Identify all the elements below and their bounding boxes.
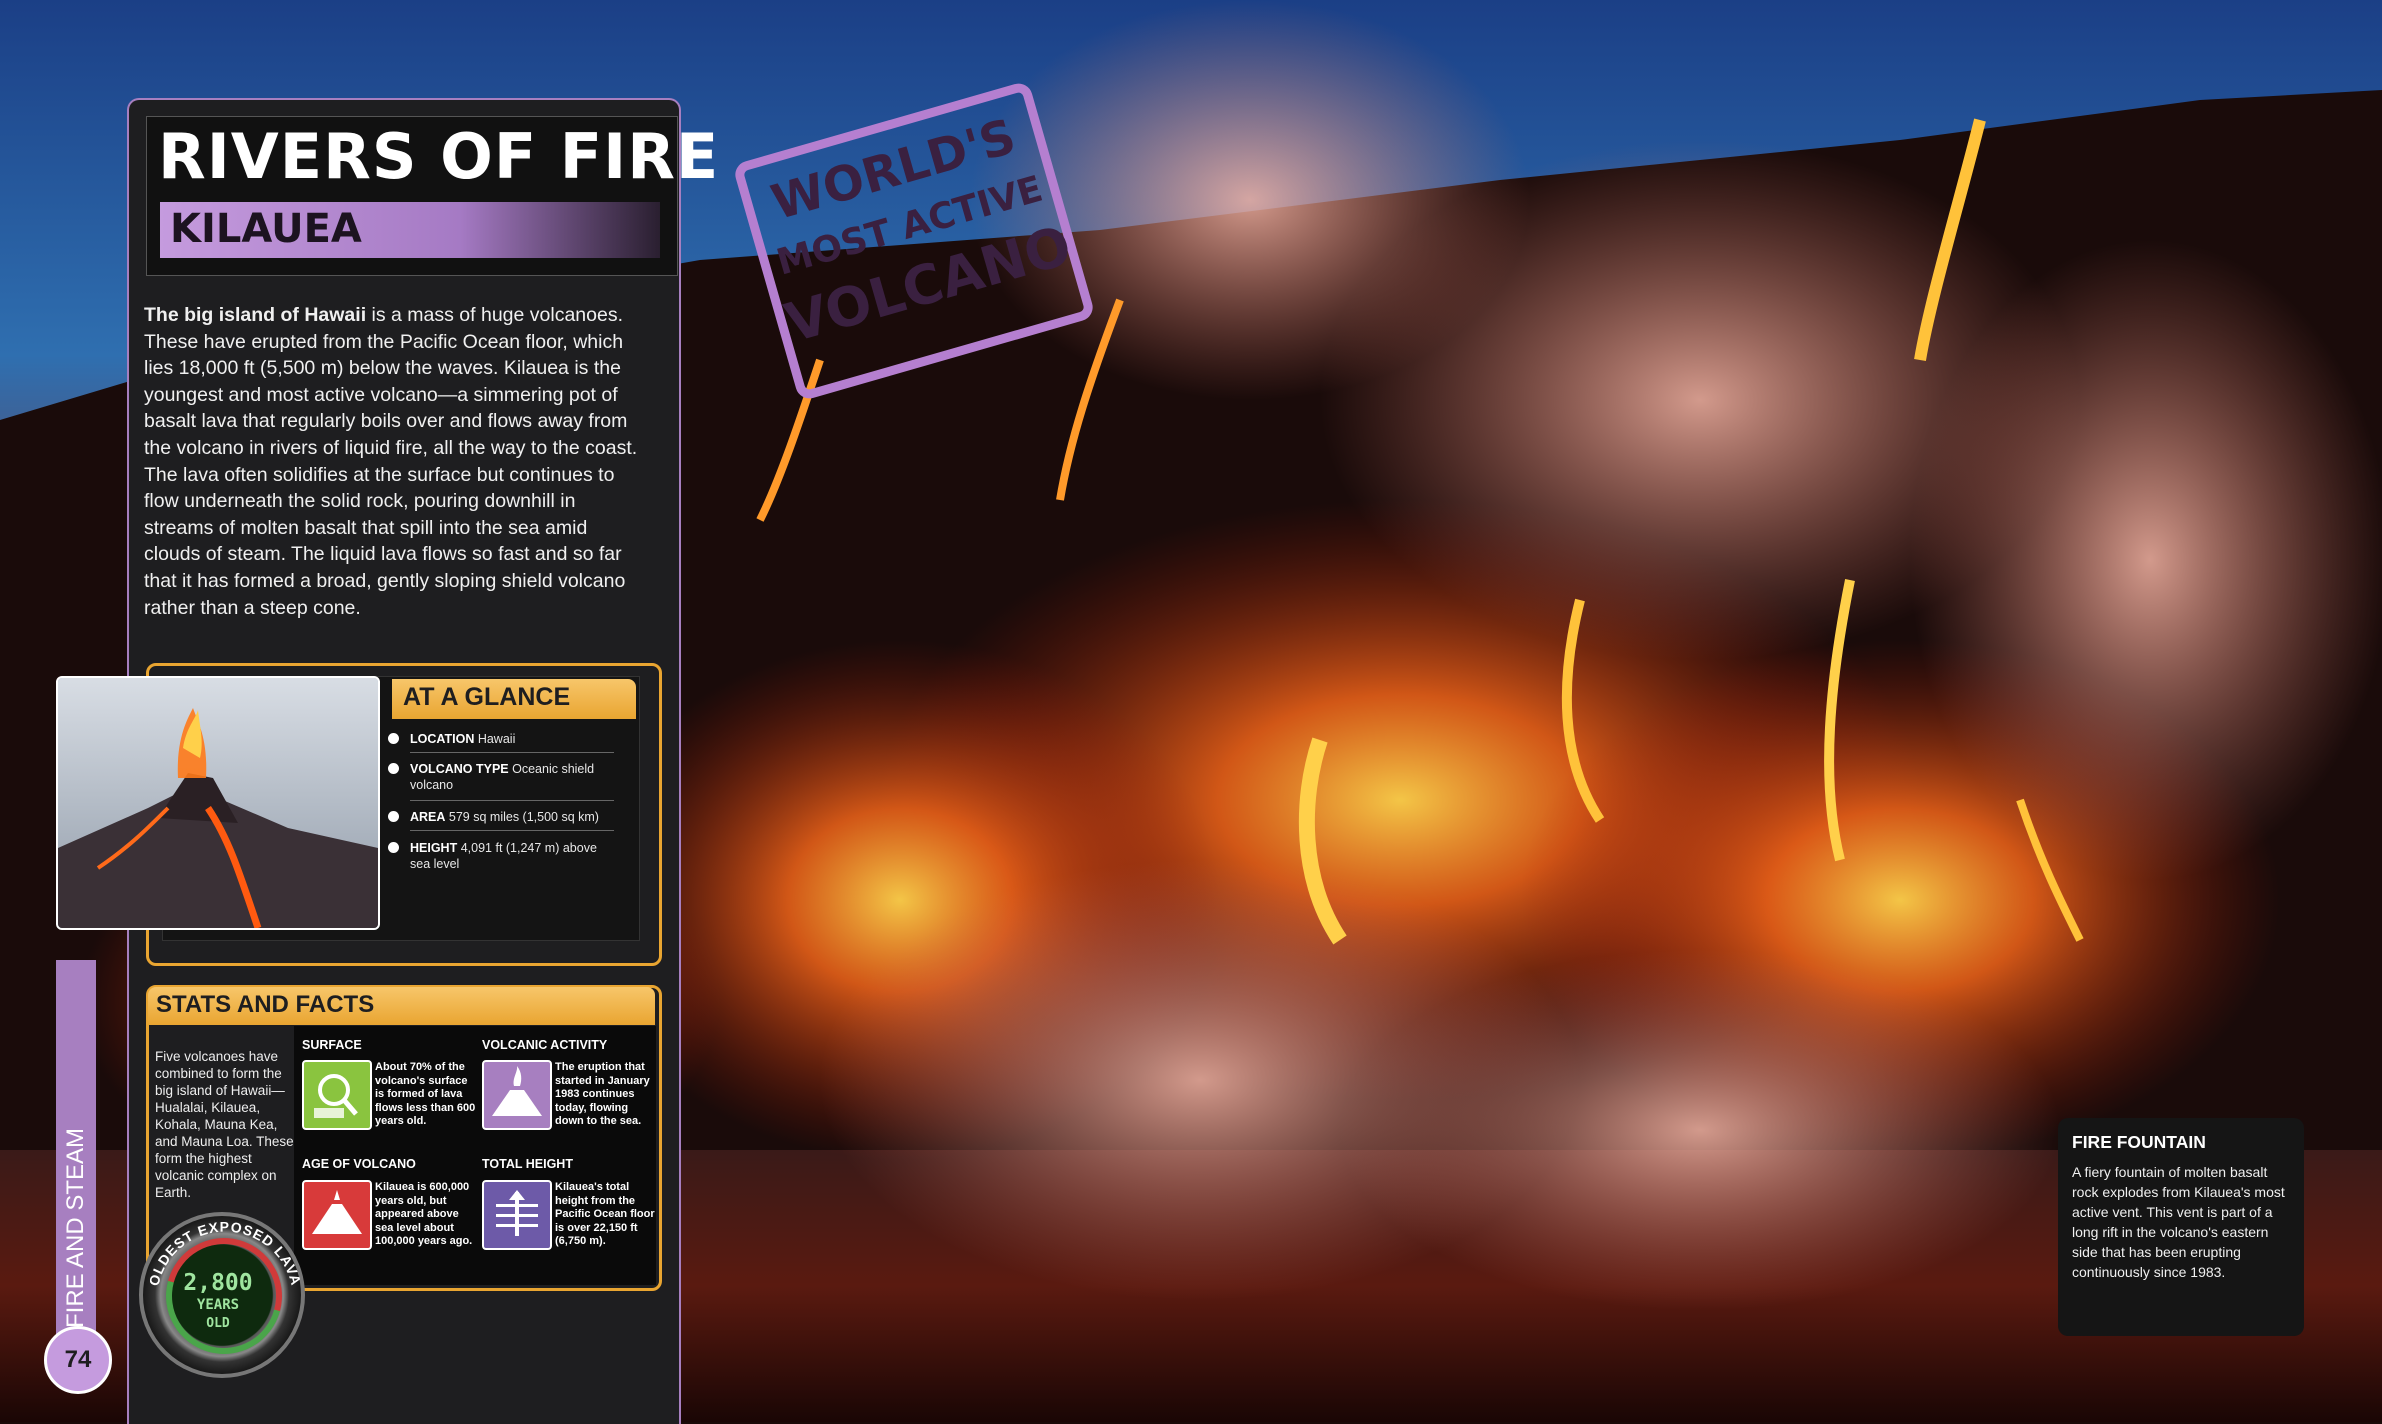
bullet-icon [388, 842, 399, 853]
gauge-unit: YEARS [196, 1297, 240, 1313]
glance-value: 579 sq miles (1,500 sq km) [448, 810, 599, 824]
glance-divider [410, 830, 614, 831]
glance-value: Hawaii [477, 732, 516, 746]
section-tab-label: FIRE AND STEAM [62, 1127, 89, 1328]
stats-intro: Five volcanoes have combined to form the… [155, 1049, 294, 1200]
gauge-value: 2,800 [183, 1270, 253, 1296]
volcano-cone-icon [302, 1180, 372, 1250]
glance-item-volcano-type: VOLCANO TYPE Oceanic shield volcano [388, 761, 618, 793]
glance-item-height: HEIGHT 4,091 ft (1,247 m) above sea leve… [388, 840, 618, 872]
gauge-unit-suffix: OLD [206, 1316, 230, 1331]
intro-paragraph: The big island of Hawaii is a mass of hu… [144, 302, 644, 621]
glance-item-area: AREA 579 sq miles (1,500 sq km) [388, 809, 618, 825]
intro-text: is a mass of huge volcanoes. These have … [144, 304, 638, 619]
page-number: 74 [44, 1326, 112, 1394]
bullet-icon [388, 733, 399, 744]
glance-item-location: LOCATION Hawaii [388, 731, 618, 747]
page-title: RIVERS OF FIRE [158, 120, 720, 193]
glance-label: VOLCANO TYPE [410, 762, 509, 776]
page-subtitle: KILAUEA [170, 206, 362, 252]
stat-text-volcanic-activity: The eruption that started in January 198… [555, 1061, 650, 1127]
stat-label-age: AGE OF VOLCANO [302, 1157, 416, 1171]
erupting-volcano-icon [482, 1060, 552, 1130]
intro-lead: The big island of Hawaii [144, 304, 367, 326]
bullet-icon [388, 811, 399, 822]
glance-divider [410, 800, 614, 801]
eruption-image [58, 678, 378, 928]
stat-label-total-height: TOTAL HEIGHT [482, 1157, 573, 1171]
caption-text: A fiery fountain of molten basalt rock e… [2072, 1164, 2285, 1280]
caption-title: FIRE FOUNTAIN [2072, 1132, 2206, 1152]
stats-and-facts-title: STATS AND FACTS [156, 991, 375, 1018]
glance-label: AREA [410, 810, 446, 824]
height-chart-icon [482, 1180, 552, 1250]
stat-label-surface: SURFACE [302, 1038, 362, 1052]
glance-label: LOCATION [410, 732, 475, 746]
bullet-icon [388, 763, 399, 774]
eruption-photo [56, 676, 380, 930]
at-a-glance-title: AT A GLANCE [403, 683, 571, 711]
stat-label-volcanic-activity: VOLCANIC ACTIVITY [482, 1038, 608, 1052]
glance-label: HEIGHT [410, 841, 458, 855]
stat-text-total-height: Kilauea's total height from the Pacific … [555, 1181, 655, 1247]
map-magnifier-icon [302, 1060, 372, 1130]
stat-text-age: Kilauea is 600,000 years old, but appear… [375, 1181, 473, 1247]
glance-divider [410, 752, 614, 753]
stat-text-surface: About 70% of the volcano's surface is fo… [375, 1061, 476, 1127]
